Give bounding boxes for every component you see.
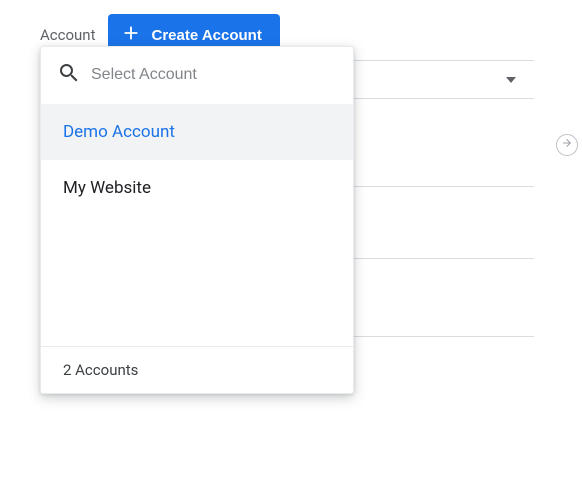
plus-icon <box>120 22 142 48</box>
account-option-mywebsite[interactable]: My Website <box>41 160 353 216</box>
account-selector-dropdown: Demo Account My Website 2 Accounts <box>40 46 354 394</box>
side-forward-button[interactable] <box>556 134 578 156</box>
account-search-input[interactable] <box>91 66 337 84</box>
account-count-footer: 2 Accounts <box>41 346 353 393</box>
create-account-button-label: Create Account <box>152 27 262 44</box>
search-row <box>41 47 353 104</box>
dropdown-spacer <box>41 216 353 346</box>
account-option-demo[interactable]: Demo Account <box>41 104 353 160</box>
account-heading: Account <box>40 26 96 44</box>
arrow-right-icon <box>561 137 573 153</box>
chevron-down-icon <box>506 77 516 83</box>
search-icon <box>57 61 81 89</box>
